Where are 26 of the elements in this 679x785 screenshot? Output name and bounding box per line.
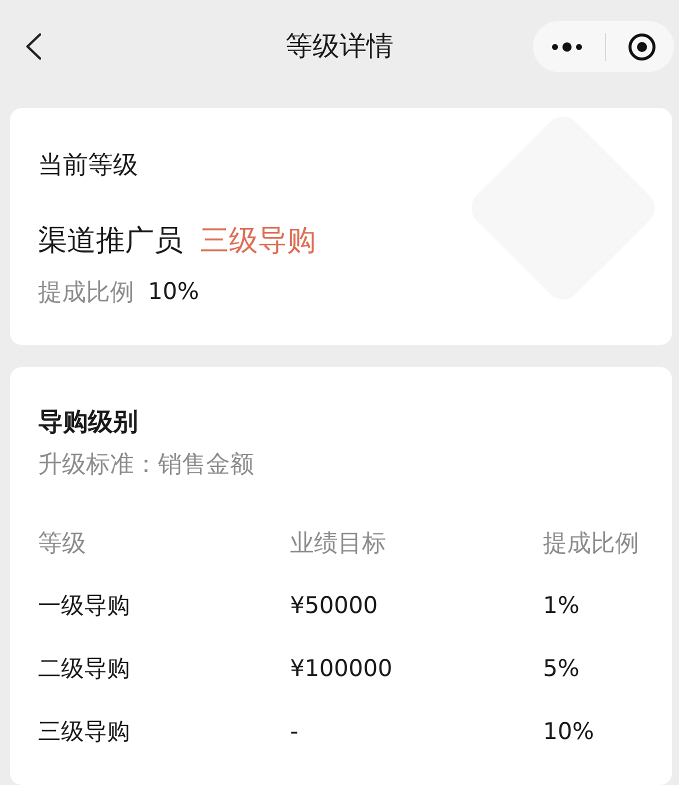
table-cell-text: 一级导购	[38, 592, 130, 620]
circle-dot-icon	[628, 32, 656, 60]
table-cell-text: ¥50000	[290, 592, 378, 620]
commission-value: 10%	[148, 278, 200, 307]
section-heading: 当前等级	[38, 149, 138, 181]
table-cell-text: 三级导购	[38, 718, 130, 746]
role-name: 渠道推广员	[38, 222, 183, 259]
chevron-left-icon	[25, 33, 41, 60]
table-cell-text: 二级导购	[38, 654, 130, 684]
table-cell-text: 1%	[543, 592, 580, 620]
commission-label: 提成比例	[38, 277, 134, 307]
back-button[interactable]	[24, 32, 42, 61]
table-header-cell: 等级	[38, 528, 86, 558]
table-cell-text: ¥100000	[290, 654, 392, 684]
table-header-cell: 业绩目标	[290, 528, 386, 558]
exit-button[interactable]	[628, 32, 656, 60]
more-button[interactable]	[551, 42, 583, 52]
level-name: 三级导购	[200, 222, 316, 259]
table-cell-text: 5%	[543, 654, 580, 684]
section-heading: 导购级别	[38, 406, 138, 438]
table-header-cell: 提成比例	[543, 528, 639, 558]
table-cell-text: 10%	[543, 718, 594, 746]
upgrade-criterion: 升级标准：销售金额	[38, 449, 254, 479]
more-icon	[551, 42, 583, 52]
table-cell-text: -	[290, 718, 298, 746]
page-title: 等级详情	[286, 30, 394, 64]
